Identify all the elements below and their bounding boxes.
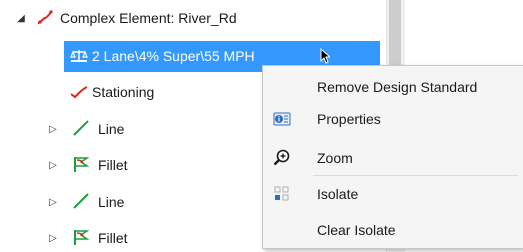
tree-item-label[interactable]: Fillet	[98, 156, 128, 174]
tree-item-label[interactable]: Line	[98, 193, 124, 211]
expand-arrow-icon[interactable]: ▷	[48, 197, 58, 208]
menu-item-label: Clear Isolate	[317, 222, 396, 238]
design-standard-icon	[70, 50, 88, 62]
expand-arrow-icon[interactable]: ▷	[48, 233, 58, 244]
menu-item-isolate[interactable]: Isolate	[263, 178, 523, 210]
expand-arrow-icon[interactable]: ▷	[48, 124, 58, 135]
menu-item-properties[interactable]: Properties	[263, 103, 523, 135]
menu-item-label: Zoom	[317, 150, 353, 166]
fillet-icon	[74, 157, 90, 172]
tree-item-label[interactable]: 2 Lane\4% Super\55 MPH	[92, 47, 255, 65]
fillet-icon	[74, 230, 90, 245]
menu-item-zoom[interactable]: Zoom	[263, 142, 523, 174]
menu-separator	[313, 175, 518, 176]
expand-arrow-icon[interactable]: ▷	[48, 160, 58, 171]
tree-item-label[interactable]: Fillet	[98, 229, 128, 247]
line-icon	[73, 193, 89, 209]
tree-item-label[interactable]: Stationing	[92, 83, 154, 101]
menu-item-clear-isolate[interactable]: Clear Isolate	[263, 214, 523, 246]
menu-item-remove-design-standard[interactable]: Remove Design Standard	[263, 71, 523, 103]
menu-item-label: Isolate	[317, 186, 359, 202]
complex-element-icon	[37, 10, 53, 24]
context-menu: Remove Design Standard Properties Zoom I…	[262, 65, 523, 249]
menu-item-label: Properties	[317, 111, 381, 127]
collapse-arrow-icon[interactable]: ◢	[16, 13, 26, 24]
mouse-cursor-icon	[320, 48, 330, 64]
line-icon	[73, 120, 89, 136]
properties-icon	[273, 112, 291, 126]
tree-root-label[interactable]: Complex Element: River_Rd	[60, 9, 237, 27]
tree-item-label[interactable]: Line	[98, 120, 124, 138]
stationing-icon	[70, 86, 88, 99]
zoom-icon	[273, 149, 290, 166]
menu-item-label: Remove Design Standard	[317, 79, 478, 95]
isolate-icon	[274, 186, 289, 201]
